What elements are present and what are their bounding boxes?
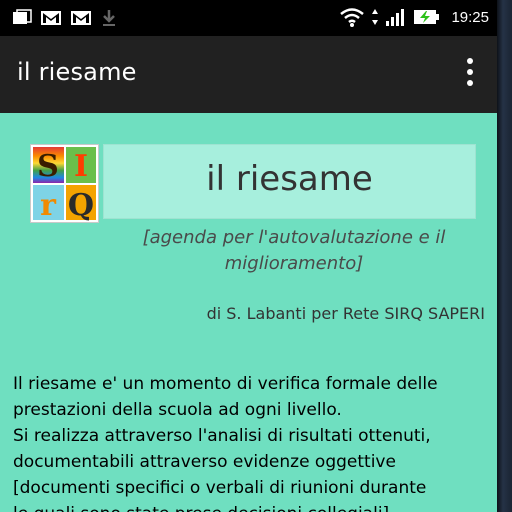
- download-icon: [103, 10, 115, 26]
- subtitle: [agenda per l'autovalutazione e il migli…: [118, 225, 470, 277]
- notification-icons: [12, 8, 118, 28]
- subtitle-line-1: [agenda per l'autovalutazione e il: [142, 227, 446, 248]
- subtitle-line-2: miglioramento]: [224, 253, 364, 274]
- clock: 19:25: [451, 8, 489, 26]
- logo-letter-r: r: [40, 188, 57, 222]
- wifi-icon: [340, 8, 365, 27]
- device-edge: [497, 0, 512, 512]
- description-line: documentabili attraverso evidenze oggett…: [13, 452, 396, 472]
- action-bar-title: il riesame: [17, 58, 137, 86]
- logo-letter-s: S: [37, 149, 59, 184]
- battery-charging-icon: [414, 10, 440, 24]
- sirq-logo: S I r Q: [30, 144, 99, 223]
- phone-screen: 19:25 il riesame S I r Q il riesame [age…: [0, 0, 497, 512]
- author-credit: di S. Labanti per Rete SIRQ SAPERI: [206, 304, 485, 323]
- gmail-icon: [41, 11, 61, 25]
- overflow-menu-icon[interactable]: [465, 58, 475, 92]
- logo-letter-q: Q: [68, 188, 94, 222]
- data-transfer-icon: [372, 9, 379, 25]
- main-content: S I r Q il riesame [agenda per l'autoval…: [0, 113, 497, 512]
- gmail-icon-2: [71, 11, 91, 25]
- description-line: Il riesame e' un momento di verifica for…: [13, 374, 438, 394]
- logo-letter-i: I: [74, 149, 88, 184]
- description-text: Il riesame e' un momento di verifica for…: [13, 371, 493, 512]
- description-line: [documenti specifici o verbali di riunio…: [13, 478, 427, 498]
- description-line: Si realizza attraverso l'analisi di risu…: [13, 426, 431, 446]
- title-banner: il riesame: [103, 144, 476, 219]
- page-title: il riesame: [206, 159, 373, 199]
- description-line: prestazioni della scuola ad ogni livello…: [13, 400, 342, 420]
- signal-icon: [386, 9, 405, 26]
- description-line: le quali sono state prese decisioni coll…: [13, 501, 493, 512]
- photo-notification-icon: [13, 9, 32, 24]
- system-icons: 19:25: [339, 6, 489, 28]
- status-bar: 19:25: [0, 0, 497, 36]
- action-bar: il riesame: [0, 36, 497, 113]
